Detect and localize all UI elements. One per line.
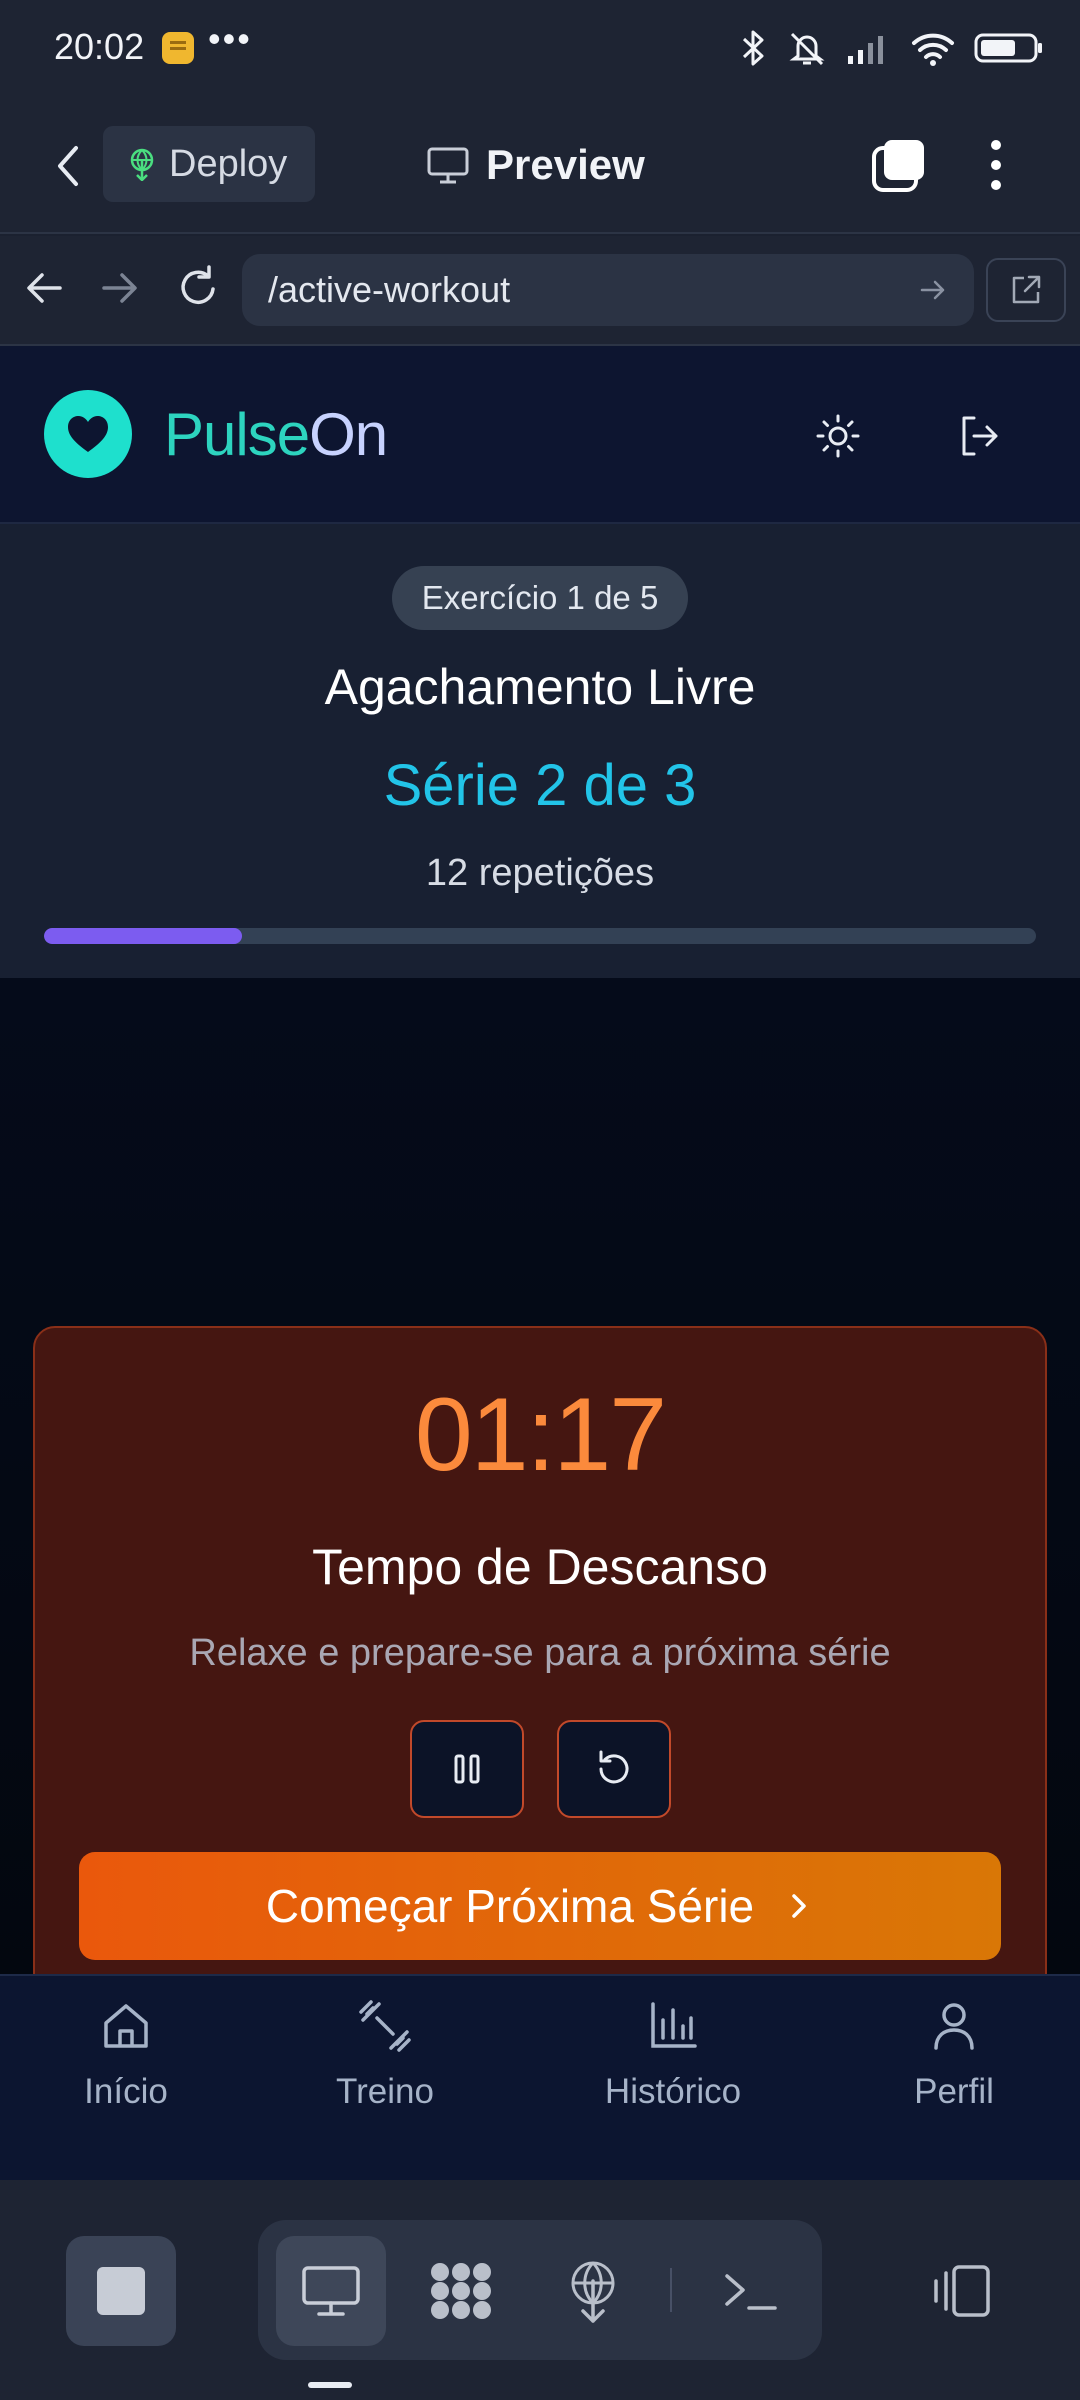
chevron-left-icon	[58, 146, 78, 186]
dumbbell-icon	[359, 2000, 411, 2052]
shell-view-button[interactable]	[696, 2236, 806, 2346]
brand-on: On	[309, 401, 388, 468]
start-next-set-button[interactable]: Começar Próxima Série	[79, 1852, 1001, 1960]
reload-button[interactable]	[172, 262, 224, 314]
deploy-button[interactable]: Deploy	[103, 126, 315, 202]
reset-timer-button[interactable]	[557, 1720, 671, 1818]
devices-button[interactable]	[904, 2236, 1014, 2346]
stop-icon	[97, 2267, 145, 2315]
status-time: 20:02	[54, 26, 145, 67]
logout-icon	[962, 416, 998, 456]
device-frame-icon	[934, 2265, 990, 2317]
exercise-counter-badge: Exercício 1 de 5	[392, 566, 688, 630]
nav-item-historico[interactable]: Histórico	[573, 1996, 773, 2146]
nav-item-perfil[interactable]: Perfil	[854, 1996, 1054, 2146]
browser-forward-button[interactable]	[96, 264, 144, 312]
terminal-icon	[725, 2274, 777, 2310]
preview-label: Preview	[486, 141, 645, 188]
more-options-button[interactable]	[976, 136, 1016, 194]
theme-toggle-button[interactable]	[812, 410, 864, 462]
vertical-dots-icon	[991, 140, 1001, 190]
brand-pulse: Pulse	[164, 401, 310, 468]
notification-icon	[162, 32, 194, 64]
start-next-set-label: Começar Próxima Série	[265, 1880, 755, 1932]
pause-timer-button[interactable]	[410, 1720, 524, 1818]
site-header	[0, 346, 1080, 524]
signal-icon	[848, 36, 883, 64]
bluetooth-icon	[742, 30, 764, 66]
reps-label: 12 repetições	[425, 852, 655, 894]
nav-label-historico: Histórico	[604, 2072, 742, 2111]
wifi-icon	[912, 33, 954, 66]
mute-icon	[789, 32, 825, 66]
exercise-name: Agachamento Livre	[324, 659, 756, 715]
deploy-icon	[130, 148, 154, 181]
deploy-view-button[interactable]	[538, 2236, 648, 2346]
preview-view-button[interactable]	[276, 2236, 386, 2346]
bar-chart-icon	[651, 2002, 697, 2048]
deploy-label: Deploy	[169, 142, 288, 185]
arrow-right-icon	[102, 273, 137, 303]
sun-icon	[816, 414, 860, 458]
battery-icon	[974, 33, 1042, 63]
set-label: Série 2 de 3	[383, 753, 697, 818]
nav-label-inicio: Início	[84, 2072, 168, 2111]
rest-subtitle: Relaxe e prepare-se para a próxima série	[189, 1632, 891, 1674]
go-arrow-icon[interactable]	[918, 275, 948, 305]
code-view-button[interactable]	[406, 2236, 516, 2346]
nav-label-treino: Treino	[336, 2072, 434, 2111]
home-icon	[104, 2004, 148, 2048]
stop-button[interactable]	[66, 2236, 176, 2346]
status-icons	[738, 26, 1044, 70]
deploy-icon	[571, 2261, 615, 2323]
workout-progress-bar	[44, 928, 1036, 944]
nav-item-inicio[interactable]: Início	[26, 1996, 226, 2146]
logout-button[interactable]	[954, 410, 1006, 462]
nav-item-treino[interactable]: Treino	[285, 1996, 485, 2146]
nav-label-perfil: Perfil	[914, 2072, 994, 2111]
rest-timer: 01:17	[414, 1377, 667, 1493]
url-field[interactable]: /active-workout	[242, 254, 974, 326]
logo[interactable]	[44, 390, 132, 478]
more-notifications-icon: •••	[208, 18, 252, 59]
pause-icon	[454, 1754, 480, 1784]
monitor-icon	[302, 2266, 360, 2316]
monitor-icon	[427, 147, 469, 184]
preview-title: Preview	[426, 136, 645, 194]
grid-knot-icon	[431, 2263, 491, 2319]
rotate-ccw-icon	[599, 1750, 629, 1784]
external-link-icon	[1012, 275, 1041, 304]
brand-name[interactable]: PulseOn	[164, 400, 388, 469]
browser-back-button[interactable]	[20, 264, 68, 312]
tabs-icon	[872, 140, 924, 192]
tabs-button[interactable]	[870, 136, 928, 194]
back-button[interactable]	[44, 138, 96, 194]
workout-progress-fill	[44, 928, 243, 944]
url-text: /active-workout	[268, 269, 511, 310]
user-icon	[934, 2003, 974, 2050]
reload-icon	[181, 265, 215, 305]
rest-title: Tempo de Descanso	[312, 1539, 768, 1595]
home-indicator	[308, 2382, 352, 2388]
toolbar-divider	[670, 2268, 672, 2312]
heart-icon	[68, 416, 108, 452]
arrow-left-icon	[27, 273, 62, 303]
chevron-right-icon	[792, 1894, 806, 1918]
open-external-button[interactable]	[986, 258, 1066, 322]
